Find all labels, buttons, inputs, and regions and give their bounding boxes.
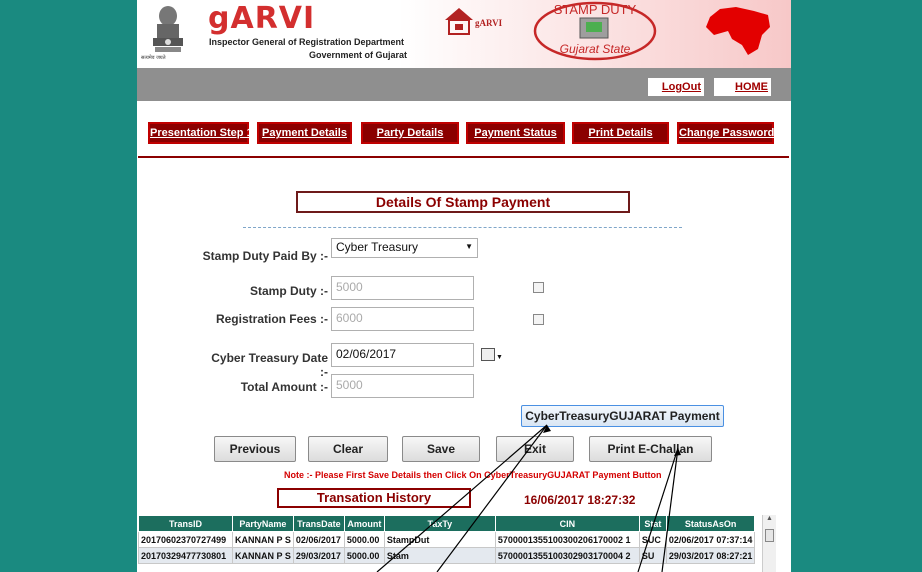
paid-by-value: Cyber Treasury: [336, 240, 419, 254]
cell-transdate: 02/06/2017: [292, 531, 345, 548]
instruction-note: Note :- Please First Save Details then C…: [284, 470, 662, 480]
site-header: सत्यमेव जयते gARVI Inspector General of …: [137, 0, 791, 68]
left-margin: [0, 0, 137, 572]
cyber-treasury-date-label: Cyber Treasury Date :-: [211, 351, 328, 379]
stamp-duty-label: Stamp Duty :-: [250, 284, 328, 298]
cell-status: SU: [638, 547, 667, 564]
nav-payment-details[interactable]: Payment Details: [257, 122, 352, 144]
registration-fees-checkbox[interactable]: [533, 314, 544, 325]
stamp-logo-line1: STAMP DUTY: [554, 2, 637, 17]
cell-partyname: KANNAN P S: [232, 531, 294, 548]
col-partyname: PartyName: [232, 515, 294, 532]
cell-status: SUC: [638, 531, 667, 548]
col-amount: Amount: [343, 515, 385, 532]
cell-taxtype: Stam: [383, 547, 496, 564]
scroll-up-icon[interactable]: ▲: [763, 515, 776, 527]
save-button[interactable]: Save: [402, 436, 480, 462]
emblem-caption: सत्यमेव जयते: [141, 55, 166, 61]
nav-payment-status[interactable]: Payment Status: [466, 122, 565, 144]
department-name: Inspector General of Registration Depart…: [209, 37, 405, 47]
form-title: Details Of Stamp Payment: [296, 191, 630, 213]
cell-transdate: 29/03/2017: [292, 547, 345, 564]
stamp-duty-field[interactable]: 5000: [331, 276, 474, 300]
calendar-icon[interactable]: ▼: [481, 348, 503, 361]
history-scrollbar[interactable]: ▲: [762, 515, 776, 572]
stamp-duty-checkbox[interactable]: [533, 282, 544, 293]
col-transid: TransID: [138, 515, 233, 532]
nav-print-details[interactable]: Print Details: [572, 122, 669, 144]
col-taxtype: TaxTy: [383, 515, 496, 532]
print-e-challan-button[interactable]: Print E-Challan: [589, 436, 712, 462]
history-timestamp: 16/06/2017 18:27:32: [524, 493, 636, 507]
nav-divider: [138, 156, 789, 158]
transaction-history-table: TransID PartyName TransDate Amount TaxTy…: [138, 515, 756, 564]
paid-by-label: Stamp Duty Paid By :-: [202, 249, 328, 263]
clear-button[interactable]: Clear: [308, 436, 388, 462]
total-amount-field[interactable]: 5000: [331, 374, 474, 398]
stamp-duty-logo: STAMP DUTY Gujarat State: [533, 1, 657, 61]
col-statusason: StatusAsOn: [665, 515, 756, 532]
home-link[interactable]: HOME: [714, 78, 771, 96]
dropdown-arrow-icon: ▼: [465, 242, 473, 251]
cell-statusason: 29/03/2017 08:27:21: [665, 547, 756, 564]
cell-cin: 5700001355100302903170004 2: [494, 547, 640, 564]
calendar-caret-icon: ▼: [496, 354, 503, 361]
previous-button[interactable]: Previous: [214, 436, 296, 462]
table-header-row: TransID PartyName TransDate Amount TaxTy…: [138, 515, 756, 532]
cell-transid: 20170602370727499: [138, 531, 233, 548]
table-row[interactable]: 20170602370727499 KANNAN P S 02/06/2017 …: [138, 531, 756, 548]
registration-fees-label: Registration Fees :-: [215, 312, 328, 326]
government-name: Government of Gujarat: [309, 50, 408, 60]
history-title: Transation History: [277, 488, 471, 508]
col-transdate: TransDate: [292, 515, 345, 532]
cell-statusason: 02/06/2017 07:37:14: [665, 531, 756, 548]
nav-change-password[interactable]: Change Password: [677, 122, 774, 144]
nav-party-details[interactable]: Party Details: [361, 122, 459, 144]
registration-fees-field[interactable]: 6000: [331, 307, 474, 331]
table-row[interactable]: 20170329477730801 KANNAN P S 29/03/2017 …: [138, 547, 756, 564]
cell-cin: 5700001355100300206170002 1: [494, 531, 640, 548]
cell-taxtype: StampDut: [383, 531, 496, 548]
col-status: Stat: [638, 515, 667, 532]
cyber-treasury-payment-button[interactable]: CyberTreasuryGUJARAT Payment: [521, 405, 724, 427]
small-logo-text: gARVI: [475, 18, 503, 28]
right-margin: [791, 0, 922, 572]
form-divider: [243, 227, 682, 228]
stamp-logo-line2: Gujarat State: [560, 42, 631, 56]
exit-button[interactable]: Exit: [496, 436, 574, 462]
app-title: gARVI: [208, 1, 316, 36]
cell-partyname: KANNAN P S: [232, 547, 294, 564]
scroll-thumb[interactable]: [765, 529, 774, 542]
paid-by-select[interactable]: Cyber Treasury ▼: [331, 238, 478, 258]
cell-transid: 20170329477730801: [138, 547, 233, 564]
gujarat-map-icon: [706, 7, 770, 55]
logout-link[interactable]: LogOut: [648, 78, 704, 96]
garvi-house-logo: gARVI: [445, 8, 503, 35]
national-emblem-icon: [153, 6, 183, 52]
cell-amount: 5000.00: [343, 547, 385, 564]
total-amount-label: Total Amount :-: [240, 380, 328, 394]
cell-amount: 5000.00: [343, 531, 385, 548]
nav-presentation-step-1[interactable]: Presentation Step 1: [148, 122, 253, 144]
cyber-treasury-date-field[interactable]: 02/06/2017: [331, 343, 474, 367]
col-cin: CIN: [494, 515, 640, 532]
